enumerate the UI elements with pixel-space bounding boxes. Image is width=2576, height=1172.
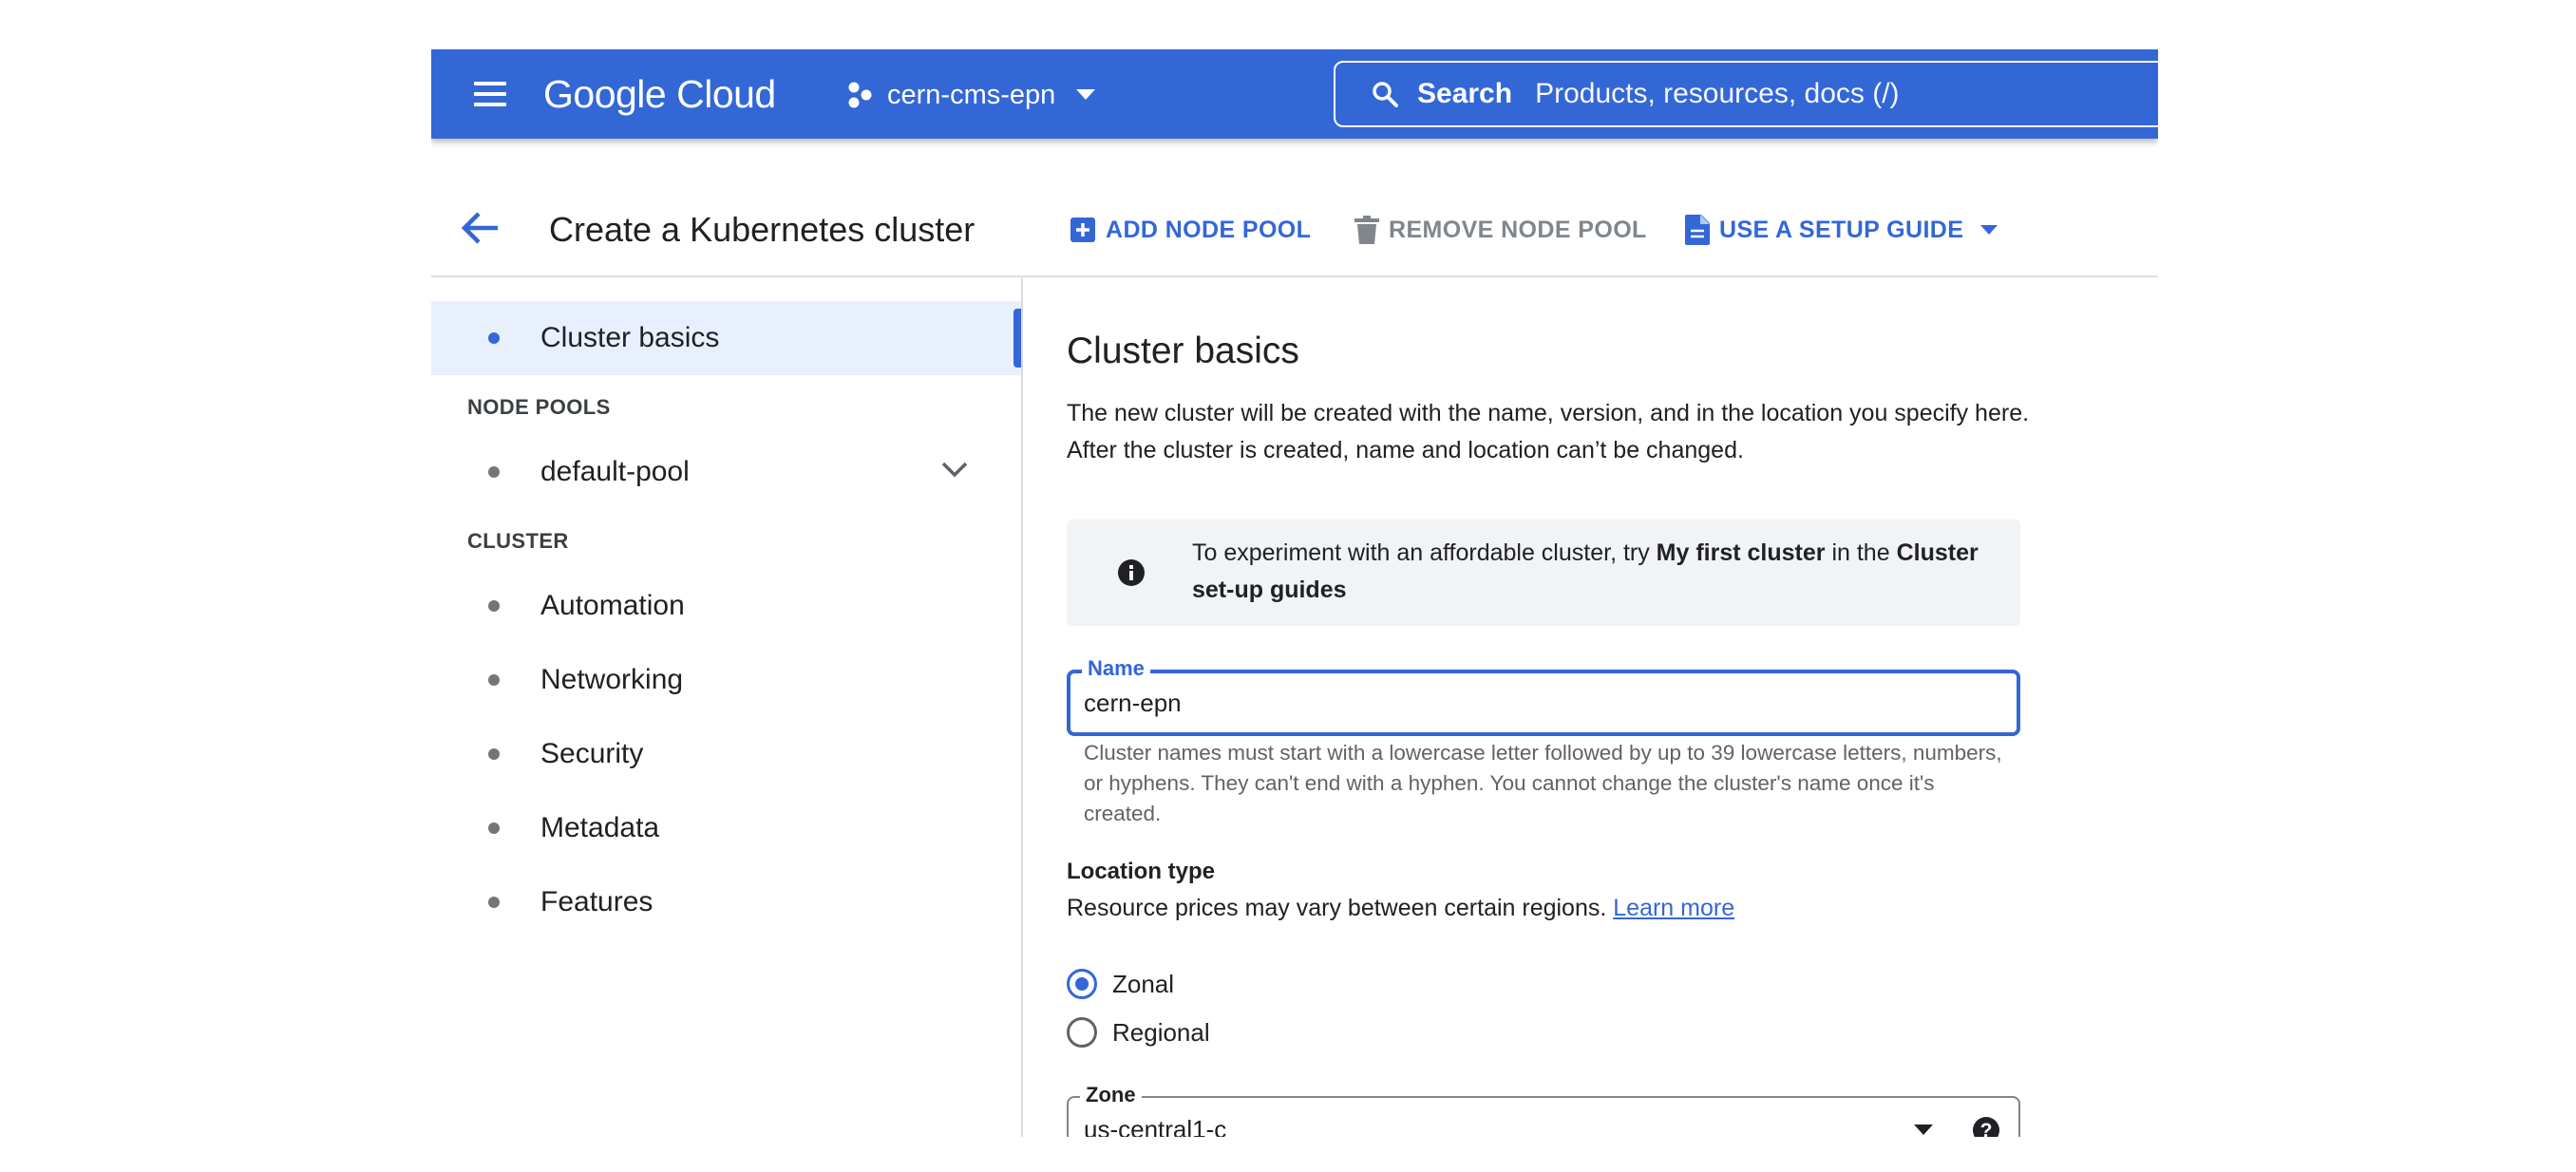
project-picker[interactable]: cern-cms-epn: [845, 70, 1096, 120]
trash-icon: [1354, 216, 1379, 244]
caret-down-icon: [1980, 225, 1998, 235]
document-icon: [1685, 215, 1710, 245]
nav-dot-icon: [488, 822, 500, 834]
sidebar-item-automation[interactable]: Automation: [431, 569, 1021, 643]
sidebar-item-default-pool[interactable]: default-pool: [431, 435, 1021, 509]
project-name: cern-cms-epn: [887, 79, 1056, 110]
radio-checked-icon[interactable]: [1067, 969, 1097, 999]
cluster-name-field[interactable]: Name cern-epn: [1067, 656, 2020, 736]
location-type-description: Resource prices may vary between certain…: [1067, 895, 1735, 921]
nav-dot-icon: [488, 600, 500, 612]
remove-node-pool-label: REMOVE NODE POOL: [1389, 216, 1647, 243]
help-icon[interactable]: ?: [1971, 1115, 2001, 1137]
caret-down-icon: [1076, 89, 1096, 100]
info-text: To experiment with an affordable cluster…: [1192, 539, 1979, 603]
gke-create-cluster-page: Google Cloud cern-cms-epn Search Product…: [431, 49, 2158, 1137]
intro-text: The new cluster will be created with the…: [1067, 400, 2030, 463]
section-heading: Cluster basics: [1067, 331, 1299, 371]
radio-label: Zonal: [1112, 969, 1175, 998]
nav-dot-icon: [488, 897, 500, 908]
sidebar-item-security[interactable]: Security: [431, 717, 1021, 791]
top-app-bar: Google Cloud cern-cms-epn Search Product…: [431, 49, 2158, 139]
zone-field-label: Zone: [1080, 1083, 1142, 1107]
sidebar-item-label: Cluster basics: [540, 322, 720, 353]
name-field-label: Name: [1082, 656, 1150, 681]
sidebar-item-label: Security: [540, 738, 644, 769]
sidebar-item-metadata[interactable]: Metadata: [431, 791, 1021, 865]
zone-field-value: us-central1-c: [1084, 1115, 1227, 1137]
name-field-value: cern-epn: [1084, 689, 1182, 717]
google-cloud-logo[interactable]: Google Cloud: [543, 66, 776, 122]
remove-node-pool-button[interactable]: REMOVE NODE POOL: [1354, 211, 1647, 249]
radio-unchecked-icon[interactable]: [1067, 1017, 1097, 1048]
svg-text:?: ?: [1980, 1120, 1993, 1137]
page-title: Create a Kubernetes cluster: [549, 210, 975, 249]
learn-more-link[interactable]: Learn more: [1613, 895, 1734, 921]
search-bar[interactable]: Search Products, resources, docs (/): [1334, 61, 2158, 127]
sidebar-nav: Cluster basics NODE POOLS default-pool C…: [431, 277, 1023, 1137]
search-icon: [1373, 82, 1398, 107]
search-placeholder: Products, resources, docs (/): [1535, 78, 1900, 109]
nav-dot-icon: [488, 748, 500, 760]
setup-guide-button[interactable]: USE A SETUP GUIDE: [1685, 211, 1998, 249]
sidebar-item-label: Automation: [540, 590, 685, 621]
add-box-icon: [1070, 217, 1095, 242]
radio-regional[interactable]: Regional: [1067, 1013, 1210, 1051]
my-first-cluster-link: My first cluster: [1656, 539, 1826, 566]
back-arrow-icon[interactable]: [460, 209, 503, 247]
main-content: Cluster basics The new cluster will be c…: [1067, 277, 2158, 1137]
info-icon: [1118, 559, 1145, 586]
menu-icon[interactable]: [471, 78, 509, 110]
sidebar-item-cluster-basics[interactable]: Cluster basics: [431, 301, 1021, 375]
sidebar-item-networking[interactable]: Networking: [431, 643, 1021, 717]
name-hint-text: Cluster names must start with a lowercas…: [1084, 741, 2002, 825]
caret-down-icon[interactable]: [1914, 1125, 1933, 1136]
location-type-title: Location type: [1067, 859, 1216, 884]
nav-dot-icon: [488, 466, 500, 478]
setup-guide-label: USE A SETUP GUIDE: [1719, 216, 1964, 243]
sidebar-item-label: default-pool: [540, 456, 690, 487]
chevron-down-icon[interactable]: [940, 460, 969, 479]
nav-dot-icon: [488, 674, 500, 686]
sidebar-item-label: Features: [540, 886, 653, 917]
cluster-section-label: CLUSTER: [467, 529, 569, 553]
page-header: Create a Kubernetes cluster ADD NODE POO…: [431, 139, 2158, 277]
radio-zonal[interactable]: Zonal: [1067, 965, 1174, 1003]
add-node-pool-button[interactable]: ADD NODE POOL: [1070, 211, 1311, 249]
add-node-pool-label: ADD NODE POOL: [1106, 216, 1312, 243]
project-hub-icon: [848, 82, 872, 108]
nav-dot-icon: [488, 332, 500, 344]
sidebar-item-features[interactable]: Features: [431, 865, 1021, 939]
sidebar-item-label: Networking: [540, 664, 684, 695]
search-label: Search: [1417, 78, 1513, 109]
sidebar-item-label: Metadata: [540, 812, 660, 843]
node-pools-section-label: NODE POOLS: [467, 395, 611, 419]
zone-select[interactable]: Zone us-central1-c ?: [1067, 1083, 2020, 1137]
radio-label: Regional: [1112, 1017, 1210, 1047]
info-banner: To experiment with an affordable cluster…: [1067, 520, 2020, 626]
